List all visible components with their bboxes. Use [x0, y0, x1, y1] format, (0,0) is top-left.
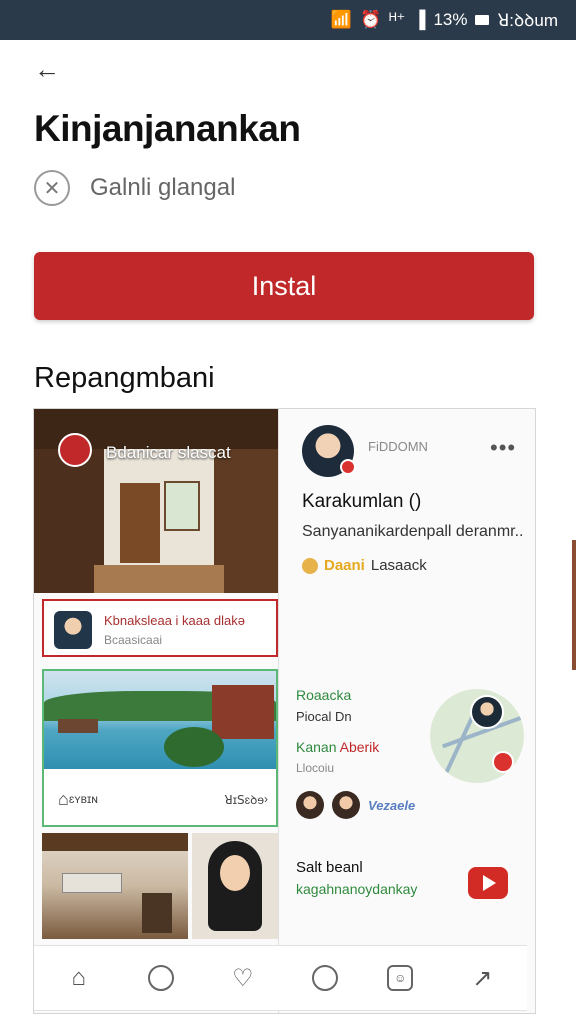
profile-description: Sanyananikardenpall deranmr.. [302, 523, 524, 540]
follow-row: Daani Lasaack [302, 557, 427, 574]
lake-card[interactable]: ⌂ ɛʏʙɪɴ ꓤɪꓢɛꝺɘ › [42, 669, 278, 827]
play-button-icon[interactable] [468, 867, 508, 899]
smile-box-icon[interactable]: ☺ [387, 965, 414, 991]
screenshot-preview[interactable]: Bdanicar slascat FiDDOMN ••• Karakumlan … [33, 408, 536, 1014]
circle-icon[interactable] [312, 965, 339, 991]
lake-photo [44, 671, 276, 769]
map-name: Kanan Aberik [296, 739, 379, 755]
office-photo [42, 833, 188, 939]
avatar [332, 791, 360, 819]
lake-footer: ⌂ ɛʏʙɪɴ ꓤɪꓢɛꝺɘ › [58, 785, 268, 813]
install-button[interactable]: Instal [34, 252, 534, 320]
video-subtitle: kagahnanoydankay [296, 881, 418, 897]
close-circle-icon[interactable]: ✕ [34, 170, 70, 206]
profile-icon[interactable] [147, 965, 174, 991]
divider [278, 409, 279, 1013]
brand-logo-icon [58, 433, 92, 467]
subtitle-row: ✕ Galnli glangal [34, 170, 235, 206]
back-arrow-icon[interactable]: ← [34, 54, 64, 84]
alarm-icon: ⏰ [359, 9, 382, 29]
home-icon[interactable]: ⌂ [59, 958, 99, 998]
battery-percent: 13% [433, 9, 468, 29]
subtitle-text: Galnli glangal [90, 174, 236, 201]
profile-name: Karakumlan () [302, 491, 422, 512]
friends-label: Vezaele [368, 797, 416, 813]
wifi-icon: 📶 [330, 9, 352, 29]
tag-title: Kbnaksleaa i kaaa dlakə [104, 613, 245, 628]
profile-handle: FiDDOMN [368, 439, 428, 454]
map-thumbnail[interactable] [430, 689, 524, 783]
map-name-red: Aberik [339, 739, 380, 755]
map-pin-icon [492, 751, 514, 773]
video-title: Salt beanl [296, 859, 363, 876]
map-subtitle: Piocal Dn [296, 709, 352, 724]
avatar-badge-icon [340, 459, 356, 475]
more-options-icon[interactable]: ••• [490, 435, 516, 461]
lake-footer-left: ɛʏʙɪɴ [68, 792, 98, 806]
person-photo [192, 833, 278, 939]
signal-icon: ▐ [413, 9, 426, 29]
section-title: Repangmbani [34, 362, 215, 394]
avatar [296, 791, 324, 819]
battery-icon [475, 14, 490, 25]
home-icon: ⌂ [58, 788, 69, 809]
clock: ꓤ:ꝺꝺum [497, 11, 558, 30]
follow-text: Lasaack [370, 557, 427, 574]
bottom-nav: ⌂ ♡ ☺ ↗ [34, 945, 527, 1011]
tag-subtitle: Bcaasicaai [104, 633, 163, 647]
tag-card[interactable]: Kbnaksleaa i kaaa dlakə Bcaasicaai [42, 599, 278, 657]
page-title: Kinjanjanankan [34, 108, 301, 149]
room-label: Bdanicar slascat [106, 443, 231, 462]
next-screenshot-edge [572, 540, 576, 670]
chevron-right-icon[interactable]: › [264, 792, 268, 806]
map-title: Roaacka [296, 687, 352, 703]
tag-thumbnail [54, 611, 92, 649]
coin-icon [302, 557, 318, 574]
map-avatar-pin-icon [470, 695, 504, 729]
friends-row: Vezaele [296, 791, 415, 819]
map-location: Llocoiu [296, 761, 335, 775]
map-name-green: Kanan [296, 739, 337, 755]
network-type-label: ᴴ⁺ [389, 9, 406, 29]
status-bar: 📶 ⏰ ᴴ⁺ ▐ 13% ꓤ:ꝺꝺum [0, 0, 576, 40]
status-icons: 📶 ⏰ ᴴ⁺ ▐ 13% ꓤ:ꝺꝺum [331, 8, 558, 31]
room-photo: Bdanicar slascat [34, 409, 278, 593]
lake-footer-right: ꓤɪꓢɛꝺɘ [224, 792, 264, 807]
heart-icon[interactable]: ♡ [223, 958, 263, 998]
share-arrow-icon[interactable]: ↗ [462, 958, 502, 998]
follow-accent-text: Daani [324, 557, 365, 574]
